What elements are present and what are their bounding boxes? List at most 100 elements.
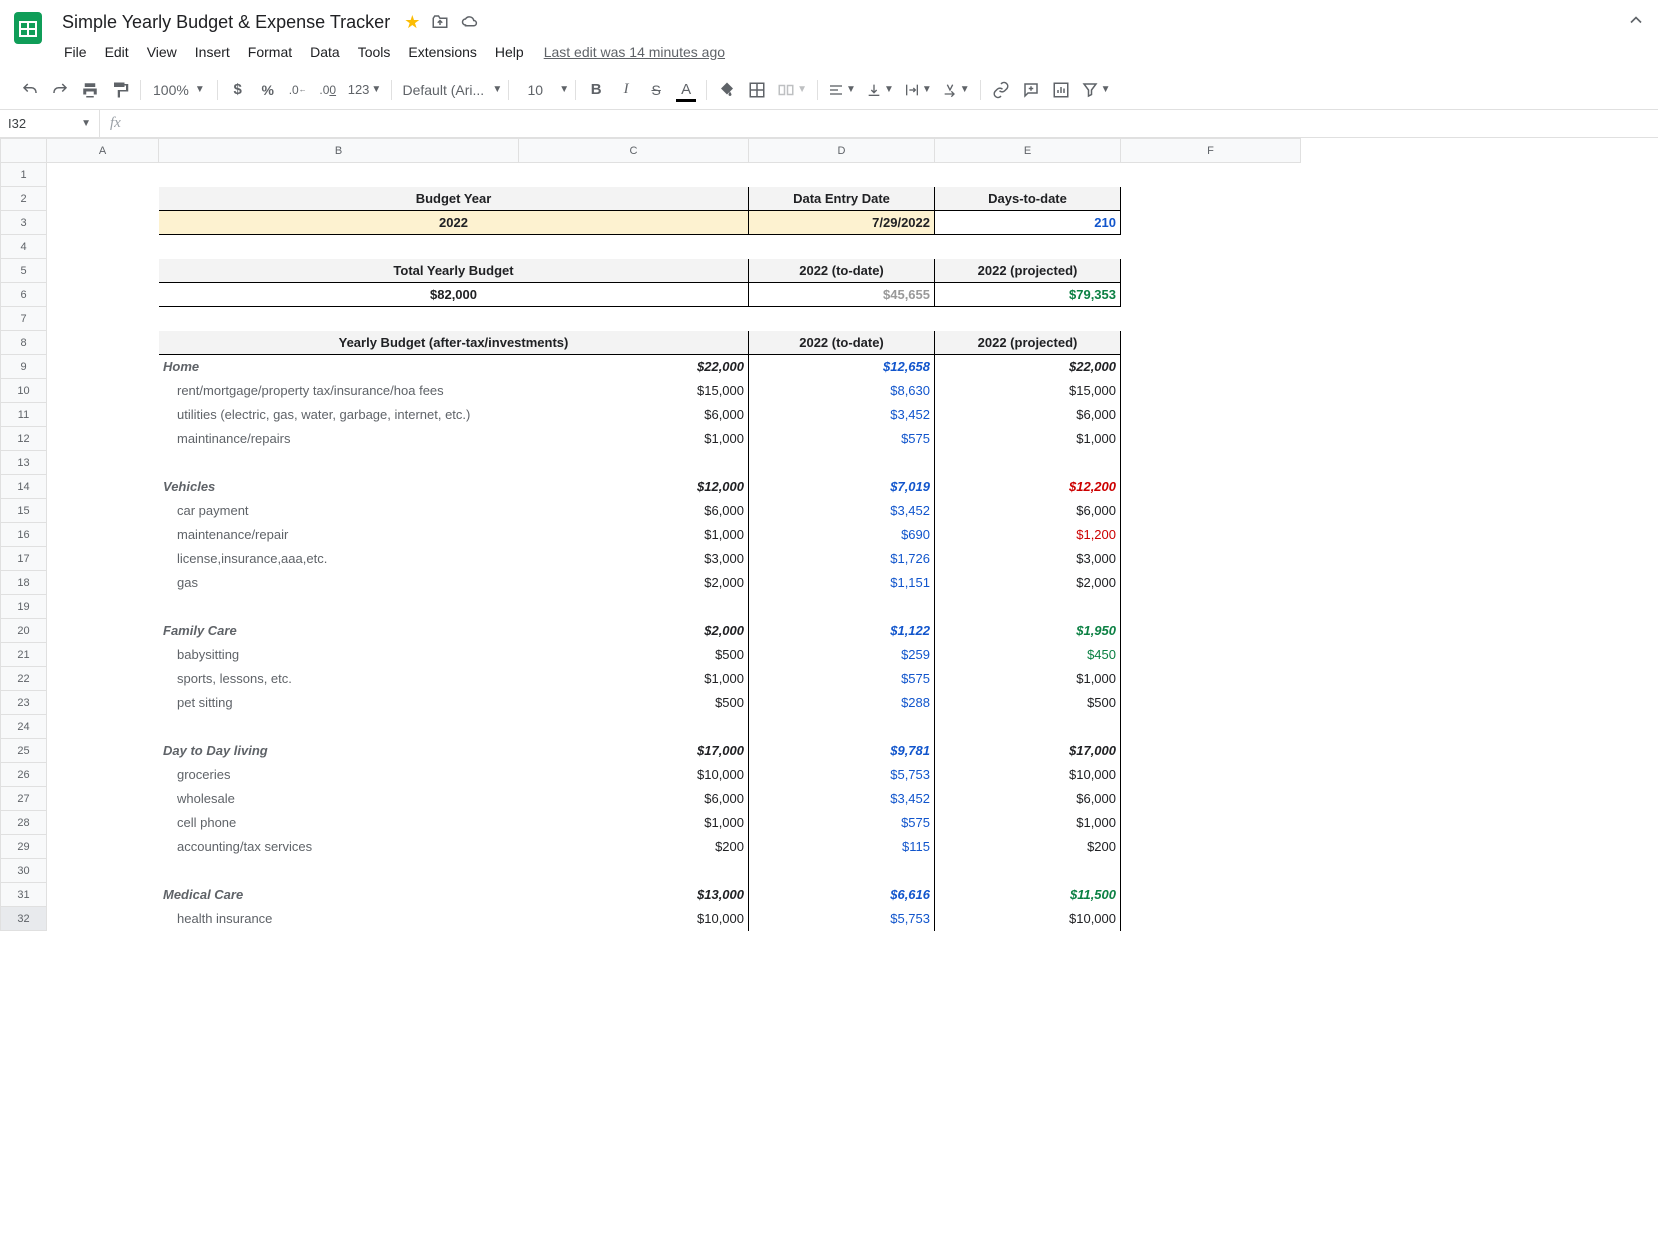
cell[interactable]	[935, 859, 1121, 883]
cell[interactable]: utilities (electric, gas, water, garbage…	[159, 403, 519, 427]
cell[interactable]: 2022 (to-date)	[749, 259, 935, 283]
cell[interactable]	[1121, 763, 1301, 787]
italic-button[interactable]: I	[612, 76, 640, 104]
cell[interactable]	[1121, 835, 1301, 859]
cell[interactable]	[47, 523, 159, 547]
cell[interactable]: babysitting	[159, 643, 519, 667]
cell[interactable]	[47, 859, 159, 883]
row-header[interactable]: 30	[1, 859, 47, 883]
cell[interactable]: $115	[749, 835, 935, 859]
row-header[interactable]: 31	[1, 883, 47, 907]
cell[interactable]	[1121, 523, 1301, 547]
increase-decimal-button[interactable]: .00	[314, 76, 342, 104]
cell[interactable]: $79,353	[935, 283, 1121, 307]
col-header[interactable]: C	[519, 139, 749, 163]
cell[interactable]	[749, 595, 935, 619]
vertical-align-button[interactable]: ▼	[862, 76, 898, 104]
cell[interactable]: 7/29/2022	[749, 211, 935, 235]
cell[interactable]	[47, 211, 159, 235]
cell[interactable]: $450	[935, 643, 1121, 667]
cell[interactable]: $12,000	[519, 475, 749, 499]
cell[interactable]	[1121, 739, 1301, 763]
cell[interactable]	[47, 283, 159, 307]
cell[interactable]	[159, 235, 519, 259]
cell[interactable]: $22,000	[935, 355, 1121, 379]
col-header[interactable]: B	[159, 139, 519, 163]
row-header[interactable]: 23	[1, 691, 47, 715]
menu-view[interactable]: View	[139, 40, 185, 64]
cell[interactable]: 210	[935, 211, 1121, 235]
cell[interactable]: $575	[749, 667, 935, 691]
zoom-select[interactable]: 100%▼	[147, 76, 211, 104]
cell[interactable]: license,insurance,aaa,etc.	[159, 547, 519, 571]
cell[interactable]: $1,000	[519, 667, 749, 691]
cell[interactable]: Day to Day living	[159, 739, 519, 763]
row-header[interactable]: 9	[1, 355, 47, 379]
cell[interactable]: maintinance/repairs	[159, 427, 519, 451]
cell[interactable]: $10,000	[519, 763, 749, 787]
cell[interactable]	[1121, 211, 1301, 235]
cell[interactable]	[749, 715, 935, 739]
row-header[interactable]: 5	[1, 259, 47, 283]
cell[interactable]: $6,000	[519, 499, 749, 523]
menu-tools[interactable]: Tools	[350, 40, 399, 64]
menu-file[interactable]: File	[56, 40, 95, 64]
cell[interactable]: 2022 (projected)	[935, 331, 1121, 355]
insert-link-button[interactable]	[987, 76, 1015, 104]
text-color-button[interactable]: A	[672, 76, 700, 104]
row-header[interactable]: 29	[1, 835, 47, 859]
chevron-down-icon[interactable]: ▼	[492, 84, 502, 95]
cell[interactable]	[159, 451, 519, 475]
strikethrough-button[interactable]: S	[642, 76, 670, 104]
cell[interactable]: $575	[749, 811, 935, 835]
cell[interactable]: $12,658	[749, 355, 935, 379]
cell[interactable]	[47, 883, 159, 907]
cell[interactable]	[1121, 811, 1301, 835]
cell[interactable]: Home	[159, 355, 519, 379]
cell[interactable]	[159, 163, 519, 187]
text-rotation-button[interactable]: ▼	[938, 76, 974, 104]
cell[interactable]: $12,200	[935, 475, 1121, 499]
cell[interactable]	[1121, 667, 1301, 691]
cell[interactable]	[1121, 187, 1301, 211]
col-header[interactable]: E	[935, 139, 1121, 163]
menu-edit[interactable]: Edit	[97, 40, 137, 64]
cell[interactable]	[1121, 619, 1301, 643]
cell[interactable]: $575	[749, 427, 935, 451]
insert-chart-button[interactable]	[1047, 76, 1075, 104]
cell[interactable]	[935, 307, 1121, 331]
row-header[interactable]: 1	[1, 163, 47, 187]
cell[interactable]: 2022	[159, 211, 749, 235]
decrease-decimal-button[interactable]: .0←	[284, 76, 312, 104]
cell[interactable]: $10,000	[935, 907, 1121, 931]
font-size-select[interactable]: 10	[515, 76, 555, 104]
cell[interactable]	[47, 307, 159, 331]
cell[interactable]	[47, 835, 159, 859]
cell[interactable]	[47, 499, 159, 523]
cell[interactable]	[47, 355, 159, 379]
cell[interactable]: $288	[749, 691, 935, 715]
cell[interactable]: pet sitting	[159, 691, 519, 715]
cell[interactable]	[47, 739, 159, 763]
percent-button[interactable]: %	[254, 76, 282, 104]
row-header[interactable]: 17	[1, 547, 47, 571]
cell[interactable]	[935, 595, 1121, 619]
cell[interactable]	[47, 475, 159, 499]
cell[interactable]: Medical Care	[159, 883, 519, 907]
cell[interactable]	[519, 307, 749, 331]
cell[interactable]	[47, 667, 159, 691]
row-header[interactable]: 19	[1, 595, 47, 619]
col-header[interactable]: F	[1121, 139, 1301, 163]
cell[interactable]: $15,000	[935, 379, 1121, 403]
row-header[interactable]: 32	[1, 907, 47, 931]
cell[interactable]: $7,019	[749, 475, 935, 499]
cell[interactable]	[1121, 163, 1301, 187]
cell[interactable]: $6,000	[935, 403, 1121, 427]
cell[interactable]	[1121, 883, 1301, 907]
cell[interactable]	[1121, 595, 1301, 619]
cell[interactable]: $11,500	[935, 883, 1121, 907]
undo-button[interactable]	[16, 76, 44, 104]
cell[interactable]: accounting/tax services	[159, 835, 519, 859]
menu-help[interactable]: Help	[487, 40, 532, 64]
cell[interactable]: gas	[159, 571, 519, 595]
